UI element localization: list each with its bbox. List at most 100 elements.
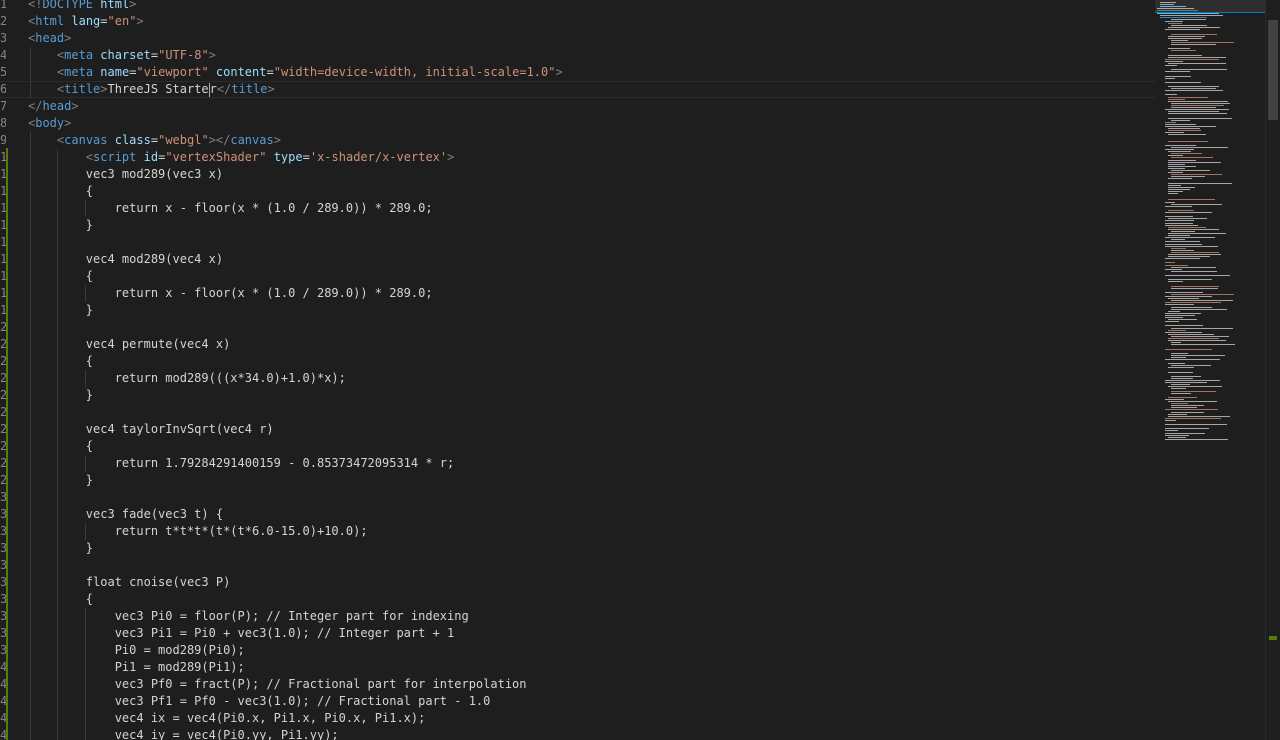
minimap-line [1165,312,1201,314]
minimap-line [1171,102,1230,104]
code-line[interactable]: <meta charset="UTF-8"> [28,47,216,64]
line-number: 22 [0,354,6,368]
line-number: 4 [0,48,6,62]
minimap-line [1168,86,1219,87]
punctuation-token: ></ [208,133,231,147]
minimap[interactable] [1155,0,1265,740]
code-line[interactable]: <!DOCTYPE html> [28,0,136,13]
minimap-line [1165,296,1212,297]
code-line[interactable]: Pi1 = mod289(Pi1); [28,659,245,676]
gutter-modified-indicator [6,148,8,740]
minimap-line [1165,275,1230,276]
minimap-line [1168,367,1194,369]
code-line[interactable]: vec3 Pf0 = fract(P); // Fractional part … [28,676,527,693]
minimap-line [1165,243,1202,245]
code-line[interactable]: <body> [28,115,71,132]
code-line[interactable]: } [28,472,93,489]
minimap-line [1171,287,1218,289]
line-number: 43 [0,711,6,725]
code-line[interactable]: <canvas class="webgl"></canvas> [28,132,281,149]
line-number: 32 [0,524,6,538]
minimap-line [1165,132,1184,134]
code-line[interactable]: vec4 ix = vec4(Pi0.x, Pi1.x, Pi0.x, Pi1.… [28,710,426,727]
code-line[interactable]: vec4 taylorInvSqrt(vec4 r) [28,421,274,438]
code-line[interactable]: float cnoise(vec3 P) [28,574,231,591]
minimap-line [1171,230,1195,232]
minimap-line [1171,365,1211,367]
minimap-line [1171,352,1188,354]
scrollbar-thumb[interactable] [1268,20,1278,120]
tag-token: head [35,31,65,45]
code-line[interactable]: Pi0 = mod289(Pi0); [28,642,245,659]
attribute-token: lang [71,14,101,28]
code-line[interactable]: vec3 fade(vec3 t) { [28,506,223,523]
code-line[interactable]: <html lang="en"> [28,13,144,30]
code-token: vec3 Pi0 = floor(P); // Integer part for… [28,609,469,623]
code-line[interactable]: { [28,353,93,370]
vertical-scrollbar[interactable] [1265,0,1280,740]
code-line[interactable]: return x - floor(x * (1.0 / 289.0)) * 28… [28,200,433,217]
code-line[interactable]: vec4 iy = vec4(Pi0.yy, Pi1.yy); [28,727,339,740]
code-line[interactable]: { [28,268,93,285]
minimap-line [1168,128,1200,129]
code-line[interactable]: return x - floor(x * (1.0 / 289.0)) * 28… [28,285,433,302]
minimap-line [1168,256,1210,258]
line-number: 21 [0,337,6,351]
line-number: 42 [0,694,6,708]
code-line[interactable]: } [28,217,93,234]
code-line[interactable]: vec3 Pi0 = floor(P); // Integer part for… [28,608,469,625]
attribute-token: name [100,65,130,79]
code-line[interactable]: vec4 permute(vec4 x) [28,336,231,353]
code-line[interactable]: vec3 mod289(vec3 x) [28,166,223,183]
attribute-token: class [114,133,151,147]
code-line[interactable]: } [28,387,93,404]
code-editor[interactable]: 1234567891011121314151617181920212223242… [0,0,1155,740]
code-line[interactable]: <title>ThreeJS Starter</title> [28,81,275,98]
code-line[interactable]: { [28,438,93,455]
code-line[interactable]: <head> [28,30,71,47]
minimap-line [1165,262,1175,264]
line-number: 41 [0,677,6,691]
line-number: 20 [0,320,6,334]
minimap-line [1168,165,1196,167]
line-number: 9 [0,133,6,147]
code-token: r [209,82,217,96]
minimap-line [1168,363,1185,365]
code-token: = [302,150,310,164]
line-number: 8 [0,116,6,130]
code-line[interactable]: </head> [28,98,79,115]
code-line[interactable]: return t*t*t*(t*(t*6.0-15.0)+10.0); [28,523,368,540]
code-line[interactable]: } [28,540,93,557]
line-number: 37 [0,609,6,623]
code-line[interactable]: <script id="vertexShader" type='x-shader… [28,149,455,166]
code-line[interactable]: { [28,591,93,608]
code-token: } [28,473,94,487]
code-line[interactable]: vec3 Pi1 = Pi0 + vec3(1.0); // Integer p… [28,625,455,642]
code-line[interactable]: vec4 mod289(vec4 x) [28,251,223,268]
code-token: { [28,269,94,283]
minimap-line [1165,348,1212,350]
minimap-line [1168,281,1183,283]
line-number: 40 [0,660,6,674]
code-line[interactable]: return 1.79284291400159 - 0.853734720953… [28,455,455,472]
minimap-line [1171,239,1185,241]
minimap-line [1165,317,1183,318]
line-number: 7 [0,99,6,113]
minimap-line [1168,161,1221,163]
code-line[interactable]: } [28,302,93,319]
tag-token: head [42,99,72,113]
minimap-line [1171,119,1190,121]
code-line[interactable]: <meta name="viewport" content="width=dev… [28,64,563,81]
minimap-line [1168,329,1186,331]
minimap-line [1168,167,1185,169]
code-line[interactable]: return mod289(((x*34.0)+1.0)*x); [28,370,346,387]
code-token: { [28,592,94,606]
line-number: 14 [0,218,6,232]
code-line[interactable]: vec3 Pf1 = Pf0 - vec3(1.0); // Fractiona… [28,693,491,710]
minimap-line [1168,233,1226,234]
code-line[interactable]: { [28,183,93,200]
minimap-line [1165,325,1203,327]
